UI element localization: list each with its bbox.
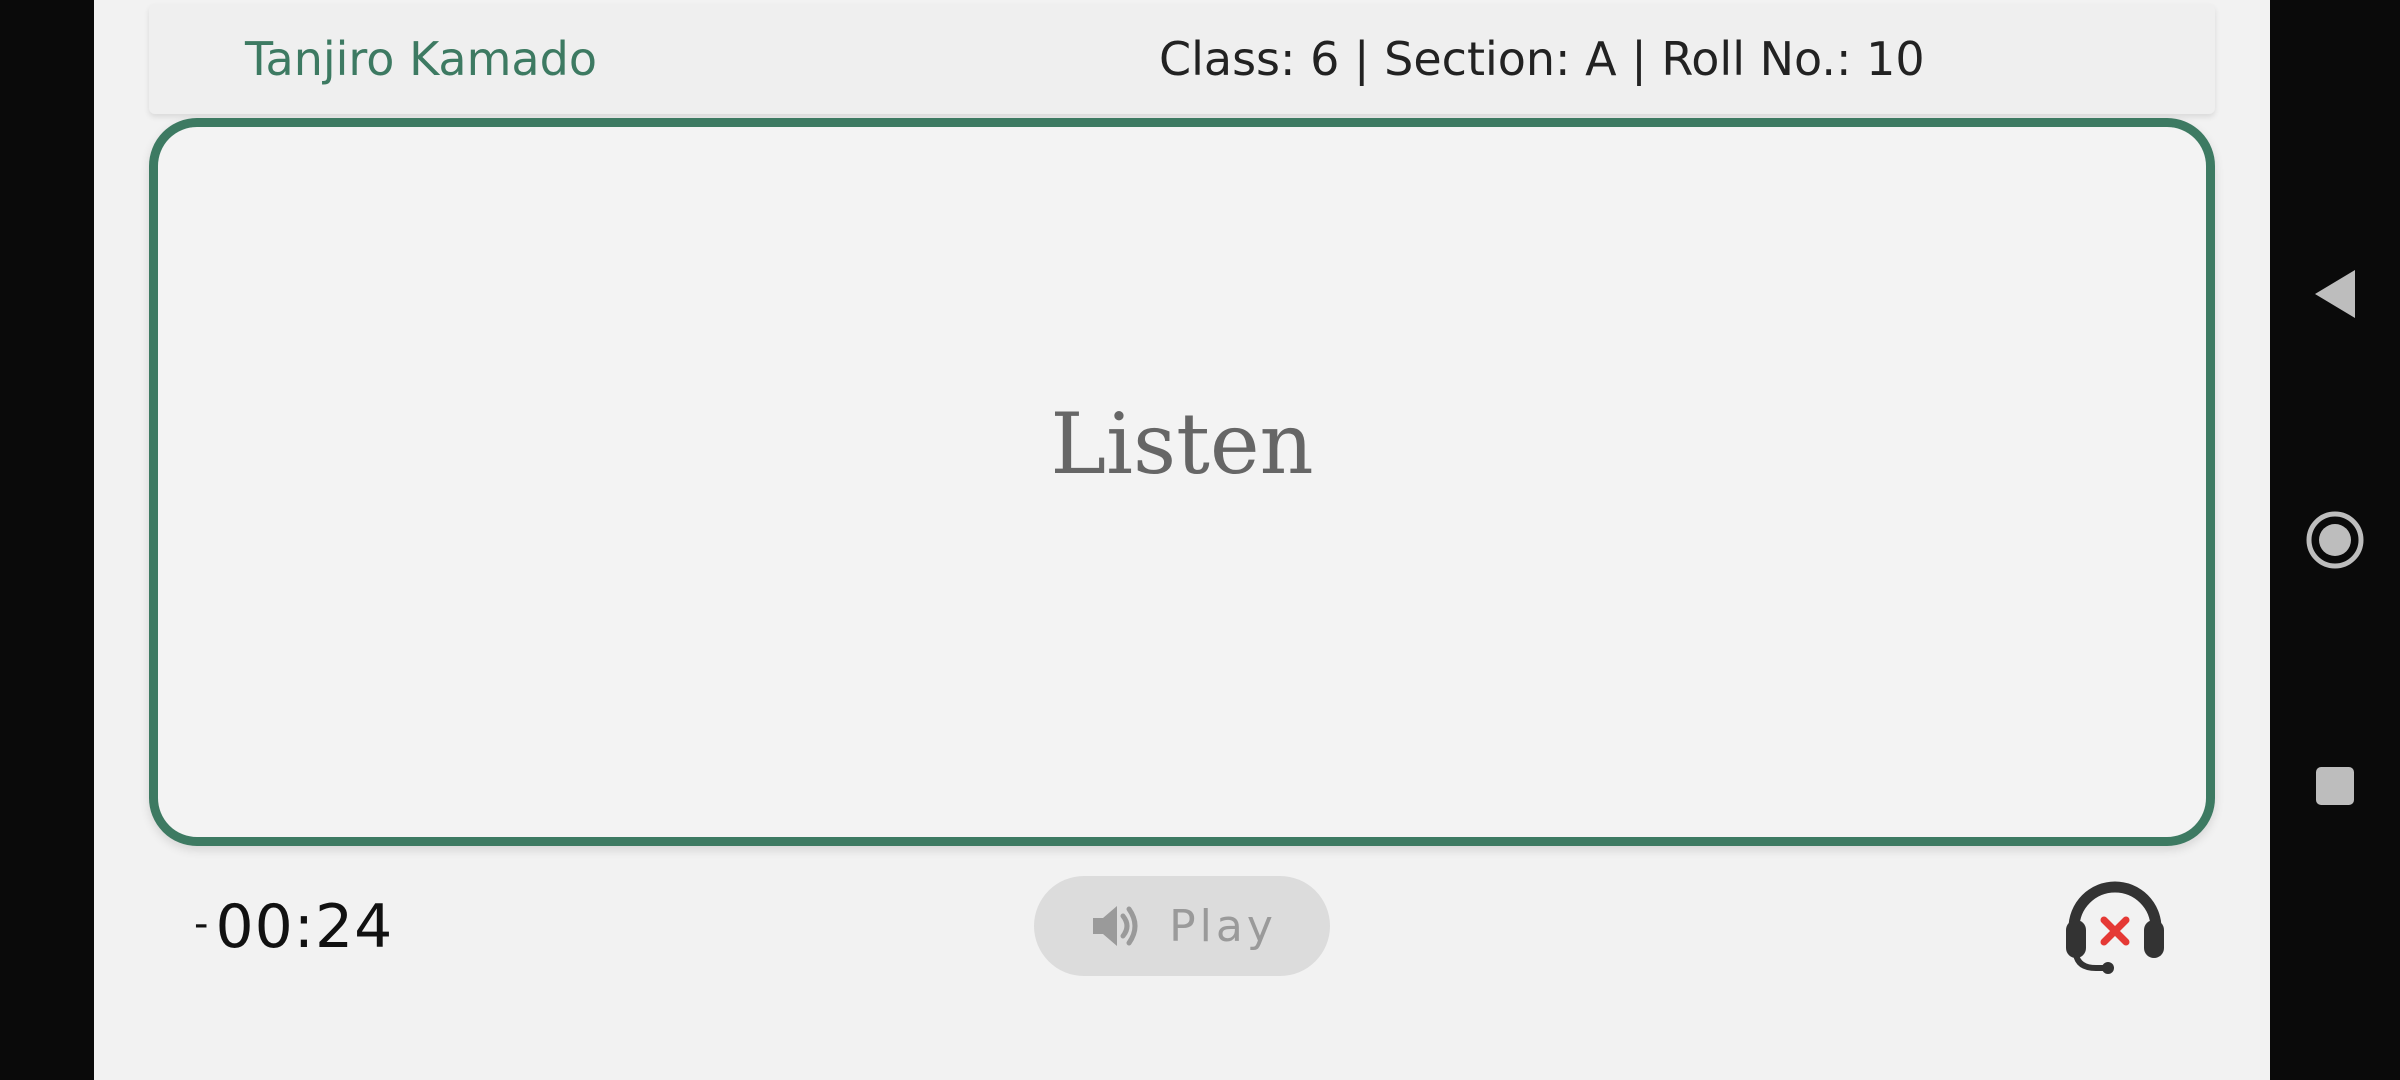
student-class-info: Class: 6 | Section: A | Roll No.: 10 <box>1159 32 1925 86</box>
back-triangle-icon <box>2315 270 2355 318</box>
speaker-icon <box>1093 906 1138 946</box>
recents-button[interactable] <box>2270 736 2400 836</box>
play-button[interactable]: Play <box>1034 876 1330 976</box>
device-screen: Tanjiro Kamado Class: 6 | Section: A | R… <box>0 0 2400 1080</box>
card-word: Listen <box>1050 395 1314 493</box>
timer-prefix: - <box>194 901 210 947</box>
left-black-edge <box>0 0 94 1080</box>
student-name: Tanjiro Kamado <box>245 32 597 86</box>
student-header: Tanjiro Kamado Class: 6 | Section: A | R… <box>149 4 2215 114</box>
play-label: Play <box>1169 900 1277 952</box>
system-navigation-bar <box>2270 0 2400 1080</box>
app-area: Tanjiro Kamado Class: 6 | Section: A | R… <box>94 0 2270 1080</box>
word-card[interactable]: Listen <box>149 118 2215 846</box>
timer-value: 00:24 <box>215 892 394 962</box>
recents-square-icon <box>2316 767 2354 805</box>
headset-muted-icon[interactable] <box>2060 868 2170 978</box>
home-button[interactable] <box>2270 490 2400 590</box>
countdown-timer: -00:24 <box>194 892 393 962</box>
home-circle-icon <box>2306 511 2364 569</box>
back-button[interactable] <box>2270 244 2400 344</box>
